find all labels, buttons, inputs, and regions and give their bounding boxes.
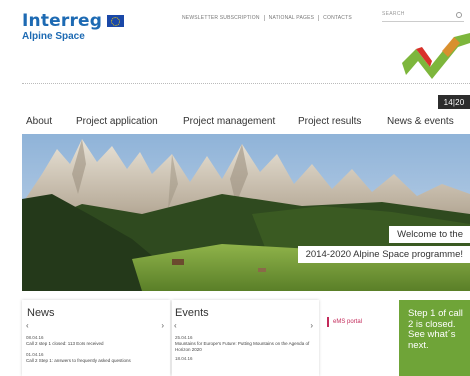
period-badge: 14|20 xyxy=(438,95,470,109)
eu-flag-icon xyxy=(107,15,125,27)
events-panel: Events ‹ › 25.04.16 Mountains for Europe… xyxy=(172,300,319,376)
ems-portal-label: eMS portal xyxy=(333,319,363,325)
news-next-arrow-icon[interactable]: › xyxy=(161,321,164,330)
nav-item-news-events[interactable]: News & events xyxy=(387,116,454,127)
hero-image xyxy=(22,134,470,291)
call-status-promo[interactable]: Step 1 of call 2 is closed. See what´s n… xyxy=(399,300,470,376)
logo-subtitle: Alpine Space xyxy=(22,31,85,42)
main-nav: About Project application Project manage… xyxy=(0,116,470,130)
header-divider xyxy=(22,83,470,84)
events-entry-link[interactable]: Mountains for Europe's Future: Putting M… xyxy=(175,341,315,353)
news-entry-link[interactable]: Call 2 step 1 closed: 113 EoIs received xyxy=(26,341,166,347)
top-links: NEWSLETTER SUBSCRIPTION NATIONAL PAGES C… xyxy=(178,15,356,21)
contacts-link[interactable]: CONTACTS xyxy=(319,15,356,21)
ems-portal-link[interactable]: eMS portal xyxy=(327,317,362,327)
national-pages-link[interactable]: NATIONAL PAGES xyxy=(265,15,319,21)
newsletter-link[interactable]: NEWSLETTER SUBSCRIPTION xyxy=(178,15,264,21)
search-input[interactable]: SEARCH xyxy=(382,11,464,22)
events-entry-date: 25.04.16 xyxy=(175,335,193,340)
news-prev-arrow-icon[interactable]: ‹ xyxy=(26,321,29,330)
zigzag-graphic xyxy=(402,33,470,79)
hero-welcome-line1: Welcome to the xyxy=(389,226,470,243)
nav-item-project-application[interactable]: Project application xyxy=(76,116,158,127)
news-panel: News ‹ › 08.04.16 Call 2 step 1 closed: … xyxy=(22,300,170,376)
nav-item-project-management[interactable]: Project management xyxy=(183,116,275,127)
news-entry-date: 01.04.16 xyxy=(26,352,44,357)
nav-item-about[interactable]: About xyxy=(26,116,52,127)
logo[interactable]: Interreg Alpine Space xyxy=(22,11,125,42)
zigzag-green xyxy=(402,33,470,79)
news-entry-date: 08.04.16 xyxy=(26,335,44,340)
events-prev-arrow-icon[interactable]: ‹ xyxy=(174,321,177,330)
logo-wordmark: Interreg xyxy=(22,11,103,31)
events-title: Events xyxy=(175,307,209,319)
hero-welcome-line2: 2014-2020 Alpine Space programme! xyxy=(297,246,470,263)
news-entry-link[interactable]: Call 2 Step 1: answers to frequently ask… xyxy=(26,358,166,364)
promo-text: Step 1 of call 2 is closed. See what´s n… xyxy=(408,308,463,351)
nav-item-project-results[interactable]: Project results xyxy=(298,116,361,127)
search-icon[interactable] xyxy=(456,12,462,18)
ems-accent-bar xyxy=(327,317,329,327)
search-placeholder: SEARCH xyxy=(382,11,405,17)
events-entry-date: 18.04.16 xyxy=(175,356,193,361)
news-title: News xyxy=(27,307,55,319)
events-next-arrow-icon[interactable]: › xyxy=(310,321,313,330)
